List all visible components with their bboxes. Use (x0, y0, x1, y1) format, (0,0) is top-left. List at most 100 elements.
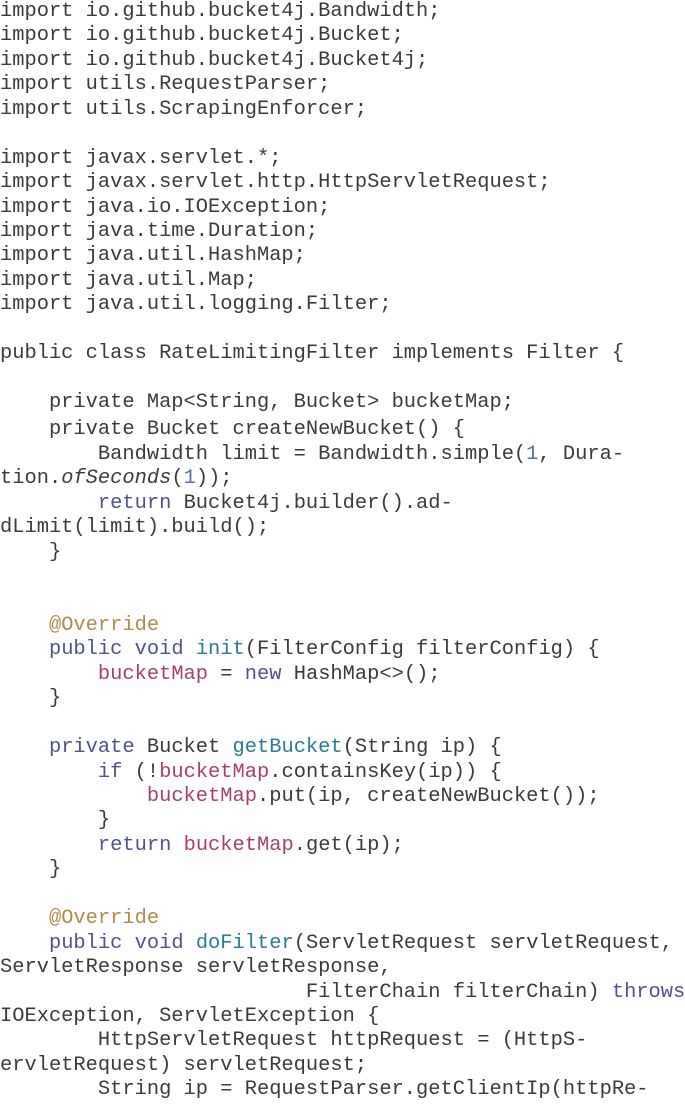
code-text: import io.github.bucket4j.Bucket; (0, 24, 404, 48)
code-line: import java.util.HashMap; (0, 244, 685, 268)
keyword-token: public void (48, 931, 184, 955)
code-line: } (0, 541, 685, 565)
code-text: import javax.servlet.*; (0, 146, 282, 170)
code-line: import io.github.bucket4j.Bandwidth; (0, 0, 685, 24)
code-line: Bandwidth limit = Bandwidth.simple(1, Du… (0, 443, 685, 467)
code-text: import utils.RequestParser; (0, 73, 331, 97)
method-name-token: getBucket (232, 736, 343, 760)
field-token: bucketMap (97, 662, 209, 686)
code-text: ( (171, 467, 184, 491)
code-line: HttpServletRequest httpRequest = (HttpS- (0, 1029, 685, 1053)
code-text: String ip = RequestParser.getClientIp(ht… (0, 1078, 649, 1102)
code-line: import utils.ScrapingEnforcer; (0, 98, 685, 122)
static-method-token: ofSeconds (61, 467, 172, 491)
code-line: return bucketMap.get(ip); (0, 834, 685, 858)
code-line: import java.util.Map; (0, 269, 685, 293)
code-text: import utils.ScrapingEnforcer; (0, 97, 368, 121)
method-name-token: doFilter (195, 931, 294, 955)
method-name-token: init (195, 638, 245, 662)
code-line: private Bucket createNewBucket() { (0, 418, 685, 442)
code-text: import io.github.bucket4j.Bandwidth; (0, 0, 441, 23)
number-literal-token: 1 (183, 467, 196, 491)
code-line: import java.util.logging.Filter; (0, 293, 685, 317)
code-text: import io.github.bucket4j.Bucket4j; (0, 48, 429, 72)
keyword-token: private (48, 736, 135, 760)
code-line: FilterChain filterChain) throws (0, 981, 685, 1005)
field-token: bucketMap (183, 833, 294, 857)
annotation-token: @Override (48, 907, 160, 931)
code-line: import javax.servlet.*; (0, 147, 685, 171)
code-line: } (0, 858, 685, 882)
code-line: import io.github.bucket4j.Bucket4j; (0, 49, 685, 73)
keyword-token: return (97, 833, 172, 857)
code-line: private Bucket getBucket(String ip) { (0, 736, 685, 760)
code-text: public class RateLimitingFilter implemen… (0, 342, 625, 366)
code-listing: import io.github.bucket4j.Bandwidth; impo… (0, 0, 685, 1103)
code-text: import java.util.HashMap; (0, 244, 306, 268)
code-line: ervletRequest) servletRequest; (0, 1054, 685, 1078)
code-text: (! (122, 760, 160, 784)
code-text: FilterChain filterChain) (0, 980, 612, 1004)
keyword-token: throws (611, 980, 685, 1004)
code-text: dLimit(limit).build(); (0, 516, 270, 540)
code-line: import io.github.bucket4j.Bucket; (0, 24, 685, 48)
code-line: IOException, ServletException { (0, 1005, 685, 1029)
code-line: public void doFilter(ServletRequest serv… (0, 932, 685, 956)
code-text: Bucket (134, 736, 233, 760)
code-text: ervletRequest) servletRequest; (0, 1053, 368, 1077)
field-token: bucketMap (146, 785, 257, 808)
code-text: )); (195, 467, 233, 491)
code-line: import java.io.IOException; (0, 196, 685, 220)
code-text: ServletResponse servletResponse, (0, 956, 392, 980)
code-line: private Map<String, Bucket> bucketMap; (0, 391, 685, 415)
code-text: (FilterConfig filterConfig) { (244, 638, 600, 662)
code-line: } (0, 809, 685, 833)
code-text: tion. (0, 467, 62, 491)
code-line: return Bucket4j.builder().ad- (0, 492, 685, 516)
keyword-token: new (244, 662, 282, 686)
code-text: import java.util.Map; (0, 268, 257, 292)
code-text: private Map<String, Bucket> bucketMap; (0, 391, 514, 414)
code-text: (String ip) { (342, 736, 502, 760)
field-token: bucketMap (159, 760, 270, 784)
code-text: IOException, ServletException { (0, 1004, 380, 1028)
code-text: HttpServletRequest httpRequest = (HttpS- (0, 1029, 588, 1053)
code-line: import utils.RequestParser; (0, 73, 685, 97)
code-text: } (0, 687, 62, 711)
code-line: String ip = RequestParser.getClientIp(ht… (0, 1078, 685, 1102)
code-text: } (0, 858, 62, 882)
code-line: @Override (0, 907, 685, 931)
code-line: public class RateLimitingFilter implemen… (0, 342, 685, 366)
code-line: bucketMap = new HashMap<>(); (0, 663, 685, 687)
code-line: } (0, 687, 685, 711)
code-line: ServletResponse servletResponse, (0, 956, 685, 980)
code-text: HashMap<>(); (281, 662, 441, 686)
code-text: .get(ip); (293, 833, 404, 857)
code-text: } (0, 809, 111, 833)
code-line: bucketMap.put(ip, createNewBucket()); (0, 785, 685, 809)
code-line: import java.time.Duration; (0, 220, 685, 244)
code-text: (ServletRequest servletRequest, (293, 931, 674, 955)
code-text: import javax.servlet.http.HttpServletReq… (0, 171, 551, 195)
code-text: .containsKey(ip)) { (269, 760, 502, 784)
code-line: if (!bucketMap.containsKey(ip)) { (0, 761, 685, 785)
code-text: } (0, 540, 62, 564)
code-text: = (208, 662, 245, 686)
